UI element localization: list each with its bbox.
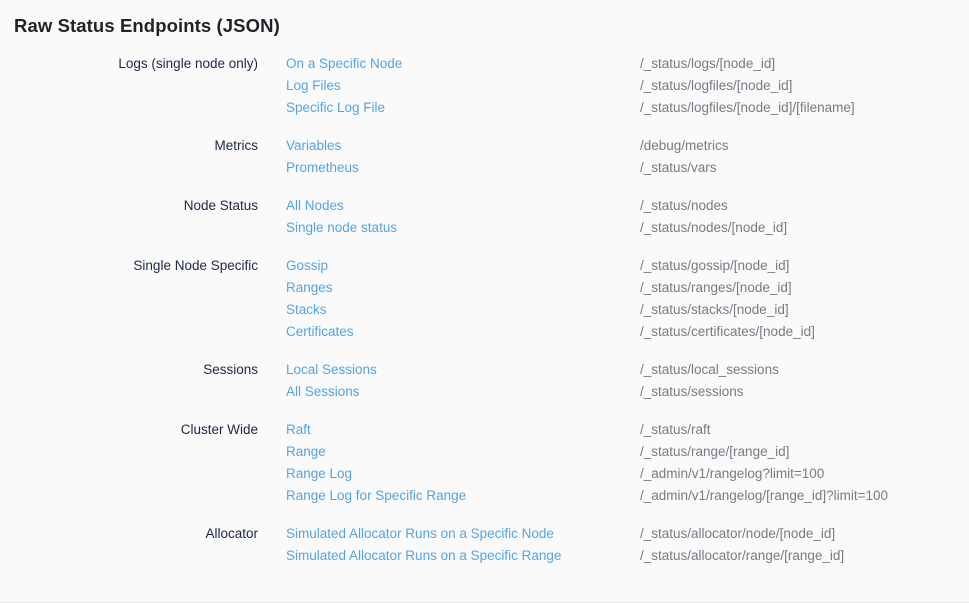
endpoint-row: Single node status /_status/nodes/[node_… xyxy=(286,217,969,239)
endpoint-link[interactable]: Simulated Allocator Runs on a Specific R… xyxy=(286,545,640,567)
section-entries: Simulated Allocator Runs on a Specific N… xyxy=(286,523,969,567)
endpoint-row: Simulated Allocator Runs on a Specific R… xyxy=(286,545,969,567)
endpoint-path: /_status/logs/[node_id] xyxy=(640,53,969,75)
endpoint-row: Raft /_status/raft xyxy=(286,419,969,441)
endpoint-link[interactable]: Variables xyxy=(286,135,640,157)
section-entries: On a Specific Node /_status/logs/[node_i… xyxy=(286,53,969,119)
endpoint-section: Allocator Simulated Allocator Runs on a … xyxy=(0,523,969,567)
endpoint-row: Range Log for Specific Range /_admin/v1/… xyxy=(286,485,969,507)
endpoint-path: /_status/sessions xyxy=(640,381,969,403)
endpoint-path: /_status/allocator/range/[range_id] xyxy=(640,545,969,567)
endpoint-path: /_status/ranges/[node_id] xyxy=(640,277,969,299)
section-category-label: Logs (single node only) xyxy=(0,53,286,119)
section-entries: Gossip /_status/gossip/[node_id] Ranges … xyxy=(286,255,969,343)
endpoint-section: Logs (single node only) On a Specific No… xyxy=(0,53,969,119)
endpoint-link[interactable]: Log Files xyxy=(286,75,640,97)
endpoint-row: Variables /debug/metrics xyxy=(286,135,969,157)
endpoint-link[interactable]: Range xyxy=(286,441,640,463)
endpoint-link[interactable]: All Sessions xyxy=(286,381,640,403)
section-category-label: Node Status xyxy=(0,195,286,239)
page-title: Raw Status Endpoints (JSON) xyxy=(14,15,969,37)
endpoint-link[interactable]: Specific Log File xyxy=(286,97,640,119)
endpoint-link[interactable]: Prometheus xyxy=(286,157,640,179)
endpoint-link[interactable]: Ranges xyxy=(286,277,640,299)
endpoint-link[interactable]: Certificates xyxy=(286,321,640,343)
endpoint-row: Local Sessions /_status/local_sessions xyxy=(286,359,969,381)
endpoint-row: All Nodes /_status/nodes xyxy=(286,195,969,217)
endpoint-row: Range /_status/range/[range_id] xyxy=(286,441,969,463)
endpoint-row: All Sessions /_status/sessions xyxy=(286,381,969,403)
endpoint-link[interactable]: On a Specific Node xyxy=(286,53,640,75)
endpoint-row: Range Log /_admin/v1/rangelog?limit=100 xyxy=(286,463,969,485)
endpoint-section: Single Node Specific Gossip /_status/gos… xyxy=(0,255,969,343)
endpoint-path: /_status/raft xyxy=(640,419,969,441)
endpoint-path: /_status/stacks/[node_id] xyxy=(640,299,969,321)
endpoint-row: Prometheus /_status/vars xyxy=(286,157,969,179)
section-category-label: Single Node Specific xyxy=(0,255,286,343)
endpoint-path: /_admin/v1/rangelog/[range_id]?limit=100 xyxy=(640,485,969,507)
endpoint-path: /debug/metrics xyxy=(640,135,969,157)
endpoint-section: Cluster Wide Raft /_status/raft Range /_… xyxy=(0,419,969,507)
endpoints-table: Logs (single node only) On a Specific No… xyxy=(0,53,969,567)
endpoint-path: /_admin/v1/rangelog?limit=100 xyxy=(640,463,969,485)
endpoint-link[interactable]: Local Sessions xyxy=(286,359,640,381)
section-entries: All Nodes /_status/nodes Single node sta… xyxy=(286,195,969,239)
endpoint-path: /_status/local_sessions xyxy=(640,359,969,381)
endpoint-row: Certificates /_status/certificates/[node… xyxy=(286,321,969,343)
endpoint-row: Simulated Allocator Runs on a Specific N… xyxy=(286,523,969,545)
section-category-label: Sessions xyxy=(0,359,286,403)
endpoint-row: Specific Log File /_status/logfiles/[nod… xyxy=(286,97,969,119)
endpoint-section: Metrics Variables /debug/metrics Prometh… xyxy=(0,135,969,179)
endpoint-path: /_status/allocator/node/[node_id] xyxy=(640,523,969,545)
endpoint-section: Sessions Local Sessions /_status/local_s… xyxy=(0,359,969,403)
section-category-label: Cluster Wide xyxy=(0,419,286,507)
endpoint-link[interactable]: Range Log for Specific Range xyxy=(286,485,640,507)
endpoint-link[interactable]: All Nodes xyxy=(286,195,640,217)
endpoint-row: On a Specific Node /_status/logs/[node_i… xyxy=(286,53,969,75)
section-entries: Raft /_status/raft Range /_status/range/… xyxy=(286,419,969,507)
endpoint-link[interactable]: Range Log xyxy=(286,463,640,485)
endpoint-path: /_status/logfiles/[node_id]/[filename] xyxy=(640,97,969,119)
endpoint-path: /_status/nodes xyxy=(640,195,969,217)
endpoint-link[interactable]: Simulated Allocator Runs on a Specific N… xyxy=(286,523,640,545)
endpoint-section: Node Status All Nodes /_status/nodes Sin… xyxy=(0,195,969,239)
endpoint-link[interactable]: Stacks xyxy=(286,299,640,321)
endpoint-link[interactable]: Gossip xyxy=(286,255,640,277)
endpoint-link[interactable]: Raft xyxy=(286,419,640,441)
endpoint-path: /_status/certificates/[node_id] xyxy=(640,321,969,343)
endpoint-row: Gossip /_status/gossip/[node_id] xyxy=(286,255,969,277)
endpoint-path: /_status/logfiles/[node_id] xyxy=(640,75,969,97)
section-category-label: Allocator xyxy=(0,523,286,567)
endpoint-row: Ranges /_status/ranges/[node_id] xyxy=(286,277,969,299)
endpoint-row: Stacks /_status/stacks/[node_id] xyxy=(286,299,969,321)
endpoint-path: /_status/range/[range_id] xyxy=(640,441,969,463)
endpoint-path: /_status/gossip/[node_id] xyxy=(640,255,969,277)
section-entries: Local Sessions /_status/local_sessions A… xyxy=(286,359,969,403)
raw-status-endpoints-page: Raw Status Endpoints (JSON) Logs (single… xyxy=(0,15,969,567)
endpoint-path: /_status/nodes/[node_id] xyxy=(640,217,969,239)
endpoint-link[interactable]: Single node status xyxy=(286,217,640,239)
section-category-label: Metrics xyxy=(0,135,286,179)
endpoint-path: /_status/vars xyxy=(640,157,969,179)
section-entries: Variables /debug/metrics Prometheus /_st… xyxy=(286,135,969,179)
endpoint-row: Log Files /_status/logfiles/[node_id] xyxy=(286,75,969,97)
